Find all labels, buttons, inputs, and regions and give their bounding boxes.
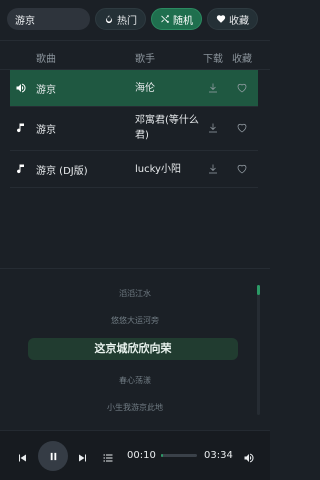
heart-icon bbox=[216, 15, 226, 23]
next-icon[interactable] bbox=[77, 449, 89, 462]
playlist-icon[interactable] bbox=[102, 449, 114, 462]
pause-button[interactable] bbox=[38, 441, 68, 471]
progress-fill bbox=[161, 454, 163, 457]
lyric-line: 小生我游京此地 bbox=[107, 403, 163, 412]
header-artist: 歌手 bbox=[135, 54, 155, 65]
row-song-title: 游京 (DJ版) bbox=[36, 166, 88, 177]
pause-icon bbox=[50, 452, 56, 460]
header-download: 下载 bbox=[203, 54, 223, 65]
volume-icon[interactable] bbox=[243, 449, 255, 463]
table-row[interactable]: 游京 (DJ版) lucky小阳 bbox=[10, 151, 258, 187]
current-time: 00:10 bbox=[127, 450, 156, 461]
row-divider bbox=[10, 187, 258, 188]
shuffle-filter-button[interactable]: 随机 bbox=[151, 8, 202, 30]
heart-outline-icon[interactable] bbox=[236, 82, 248, 94]
row-artist: 邓寓君(等什么君) bbox=[135, 115, 199, 141]
top-bar: 热门 随机 收藏 bbox=[0, 0, 270, 38]
lyric-line: 春心荡漾 bbox=[119, 376, 151, 385]
current-lyric-line: 这京城欣欣向荣 bbox=[28, 338, 238, 360]
favorites-filter-label: 收藏 bbox=[229, 15, 249, 27]
hot-filter-label: 热门 bbox=[117, 15, 137, 27]
heart-outline-icon[interactable] bbox=[236, 163, 248, 175]
row-song-title: 游京 bbox=[36, 85, 56, 96]
favorites-filter-button[interactable]: 收藏 bbox=[207, 8, 258, 30]
music-note-icon bbox=[15, 122, 27, 134]
row-artist: 海伦 bbox=[135, 83, 155, 94]
download-icon[interactable] bbox=[207, 163, 219, 175]
music-note-icon bbox=[15, 163, 27, 175]
lyric-line: 悠悠大运河旁 bbox=[111, 316, 159, 325]
row-divider bbox=[10, 106, 258, 107]
download-icon[interactable] bbox=[207, 82, 219, 94]
shuffle-icon bbox=[161, 15, 169, 23]
player-bar: 00:10 03:34 bbox=[0, 430, 270, 480]
header-favorite: 收藏 bbox=[232, 54, 252, 65]
speaker-icon bbox=[15, 82, 27, 94]
search-input[interactable] bbox=[7, 8, 90, 30]
lyric-line: 滔滔江水 bbox=[119, 289, 151, 298]
row-artist: lucky小阳 bbox=[135, 164, 181, 175]
heart-outline-icon[interactable] bbox=[236, 122, 248, 134]
lyrics-scrollbar-thumb[interactable] bbox=[257, 285, 260, 295]
progress-bar[interactable] bbox=[161, 454, 197, 457]
song-table-header: 歌曲 歌手 下载 收藏 bbox=[0, 40, 270, 70]
shuffle-filter-label: 随机 bbox=[173, 15, 193, 27]
lyrics-scrollbar[interactable] bbox=[257, 285, 260, 415]
previous-icon[interactable] bbox=[16, 449, 28, 462]
fire-icon bbox=[106, 14, 112, 24]
total-time: 03:34 bbox=[204, 450, 233, 461]
row-song-title: 游京 bbox=[36, 125, 56, 136]
header-song: 歌曲 bbox=[36, 54, 56, 65]
table-row[interactable]: 游京 邓寓君(等什么君) bbox=[10, 110, 258, 146]
hot-filter-button[interactable]: 热门 bbox=[95, 8, 146, 30]
lyrics-panel: 滔滔江水 悠悠大运河旁 这京城欣欣向荣 春心荡漾 小生我游京此地 bbox=[0, 268, 270, 418]
table-row[interactable]: 游京 海伦 bbox=[10, 70, 258, 106]
download-icon[interactable] bbox=[207, 122, 219, 134]
